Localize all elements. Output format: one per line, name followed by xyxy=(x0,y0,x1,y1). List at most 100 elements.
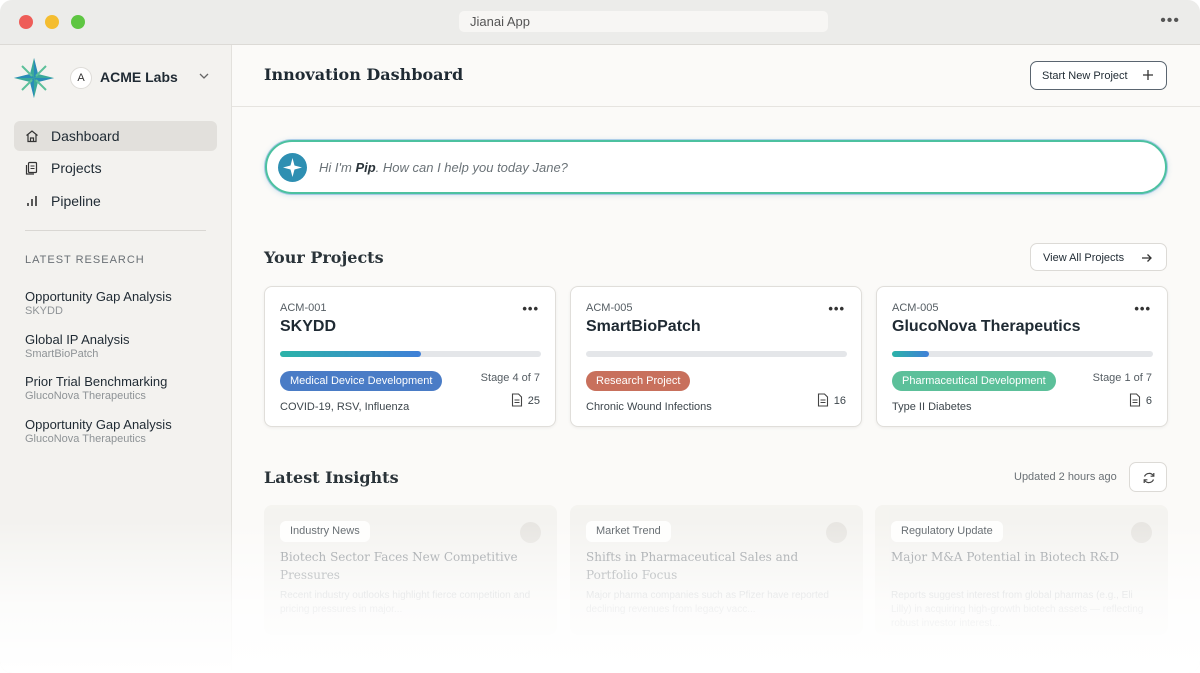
window-title: Jianai App xyxy=(459,11,828,32)
assistant-greeting: Hi I'm Pip. How can I help you today Jan… xyxy=(319,160,568,175)
project-document-count: 6 xyxy=(1129,393,1152,407)
project-progress-bar xyxy=(586,351,847,357)
ellipsis-icon[interactable]: ••• xyxy=(1160,12,1180,30)
org-name[interactable]: ACME Labs xyxy=(100,69,178,85)
insight-title: Major M&A Potential in Biotech R&D xyxy=(891,550,1120,564)
project-therapeutic-area: Type II Diabetes xyxy=(892,401,972,413)
research-item[interactable]: Opportunity Gap Analysis GlucoNova Thera… xyxy=(25,417,215,445)
insight-category-tag: Regulatory Update xyxy=(891,521,1003,542)
document-icon xyxy=(1129,393,1140,407)
project-document-count: 25 xyxy=(511,393,540,407)
latest-research-heading: LATEST RESEARCH xyxy=(25,254,145,266)
research-title: Opportunity Gap Analysis xyxy=(25,417,172,432)
project-progress-fill xyxy=(892,351,929,357)
research-title: Global IP Analysis xyxy=(25,332,130,347)
project-name: SKYDD xyxy=(280,318,337,335)
latest-insights-heading: Latest Insights xyxy=(264,468,399,487)
insight-title: Biotech Sector Faces New Competitive Pre… xyxy=(280,550,518,582)
project-name: SmartBioPatch xyxy=(586,318,701,335)
sidebar-item-label: Dashboard xyxy=(51,128,120,144)
refresh-icon xyxy=(1143,472,1155,484)
more-options-icon[interactable]: ••• xyxy=(828,301,845,316)
project-name: GlucoNova Therapeutics xyxy=(892,318,1081,335)
project-stage: Stage 1 of 7 xyxy=(1092,372,1152,384)
project-card[interactable]: ACM-005 GlucoNova Therapeutics ••• Pharm… xyxy=(876,286,1168,427)
pip-assistant-icon xyxy=(278,153,307,182)
arrow-right-icon xyxy=(1142,254,1152,262)
project-therapeutic-area: Chronic Wound Infections xyxy=(586,401,712,413)
view-all-projects-button[interactable]: View All Projects xyxy=(1030,243,1167,271)
chevron-down-icon[interactable] xyxy=(198,70,210,82)
app-window: Jianai App ••• A ACME Labs Dashboard Pro… xyxy=(0,0,1200,673)
research-project: SKYDD xyxy=(25,305,63,317)
maximize-window-button[interactable] xyxy=(71,15,85,29)
insight-summary: Recent industry outlooks highlight fierc… xyxy=(280,590,531,615)
home-icon xyxy=(26,130,38,143)
project-progress-fill xyxy=(280,351,421,357)
research-project: GlucoNova Therapeutics xyxy=(25,433,146,445)
plus-icon xyxy=(1143,70,1153,80)
project-type-tag: Research Project xyxy=(586,371,691,391)
sparkle-icon xyxy=(520,522,541,543)
insight-card[interactable]: Regulatory Update Major M&A Potential in… xyxy=(875,505,1168,635)
page-header: Innovation Dashboard Start New Project xyxy=(232,45,1200,107)
research-item[interactable]: Opportunity Gap Analysis SKYDD xyxy=(25,289,215,317)
research-project: SmartBioPatch xyxy=(25,348,99,360)
page-title: Innovation Dashboard xyxy=(264,65,464,84)
project-type-tag: Medical Device Development xyxy=(280,371,443,391)
insight-summary: Major pharma companies such as Pfizer ha… xyxy=(586,590,829,615)
close-window-button[interactable] xyxy=(19,15,33,29)
start-new-project-button[interactable]: Start New Project xyxy=(1030,61,1167,90)
sidebar-divider xyxy=(25,230,206,231)
sidebar-item-label: Pipeline xyxy=(51,193,101,209)
project-code: ACM-005 xyxy=(892,302,939,314)
sparkle-icon xyxy=(826,522,847,543)
more-options-icon[interactable]: ••• xyxy=(1134,301,1151,316)
refresh-insights-button[interactable] xyxy=(1129,462,1167,492)
sparkle-icon xyxy=(1131,522,1152,543)
insight-summary: Reports suggest interest from global pha… xyxy=(891,590,1144,629)
research-item[interactable]: Prior Trial Benchmarking GlucoNova Thera… xyxy=(25,374,215,402)
greeting-suffix: . How can I help you today Jane? xyxy=(375,160,568,175)
your-projects-heading: Your Projects xyxy=(264,248,384,267)
greeting-prefix: Hi I'm xyxy=(319,160,356,175)
start-new-project-label: Start New Project xyxy=(1042,70,1128,82)
insight-card[interactable]: Market Trend Shifts in Pharmaceutical Sa… xyxy=(570,505,863,635)
project-progress-bar xyxy=(280,351,541,357)
project-code: ACM-005 xyxy=(586,302,633,314)
project-card[interactable]: ACM-001 SKYDD ••• Medical Device Develop… xyxy=(264,286,556,427)
project-progress-bar xyxy=(892,351,1153,357)
research-item[interactable]: Global IP Analysis SmartBioPatch xyxy=(25,332,215,360)
documents-icon xyxy=(25,161,38,175)
view-all-projects-label: View All Projects xyxy=(1043,252,1125,264)
sidebar-item-pipeline[interactable]: Pipeline xyxy=(14,186,217,216)
sidebar-item-projects[interactable]: Projects xyxy=(14,153,217,183)
document-count: 25 xyxy=(527,395,540,407)
insight-card[interactable]: Industry News Biotech Sector Faces New C… xyxy=(264,505,557,635)
research-project: GlucoNova Therapeutics xyxy=(25,390,146,402)
project-card[interactable]: ACM-005 SmartBioPatch ••• Research Proje… xyxy=(570,286,862,427)
bar-chart-icon xyxy=(27,196,37,206)
document-count: 6 xyxy=(1145,395,1152,407)
brand-logo-icon[interactable] xyxy=(14,58,54,98)
insights-updated-time: Updated 2 hours ago xyxy=(1014,471,1117,483)
research-title: Opportunity Gap Analysis xyxy=(25,289,172,304)
document-icon xyxy=(817,393,828,407)
org-avatar[interactable]: A xyxy=(70,67,92,89)
sidebar: A ACME Labs Dashboard Projects Pipeline xyxy=(0,45,232,673)
insight-category-tag: Industry News xyxy=(280,521,370,542)
main-content: Innovation Dashboard Start New Project H… xyxy=(232,45,1200,673)
project-document-count: 16 xyxy=(817,393,846,407)
project-code: ACM-001 xyxy=(280,302,327,314)
project-stage: Stage 4 of 7 xyxy=(480,372,540,384)
research-title: Prior Trial Benchmarking xyxy=(25,374,168,389)
insight-title: Shifts in Pharmaceutical Sales and Portf… xyxy=(586,550,799,582)
more-options-icon[interactable]: ••• xyxy=(522,301,539,316)
document-count: 16 xyxy=(833,395,846,407)
sidebar-item-label: Projects xyxy=(51,160,102,176)
project-type-tag: Pharmaceutical Development xyxy=(892,371,1056,391)
minimize-window-button[interactable] xyxy=(45,15,59,29)
sidebar-item-dashboard[interactable]: Dashboard xyxy=(14,121,217,151)
assistant-name: Pip xyxy=(355,160,376,175)
assistant-prompt-bar[interactable]: Hi I'm Pip. How can I help you today Jan… xyxy=(265,140,1167,194)
